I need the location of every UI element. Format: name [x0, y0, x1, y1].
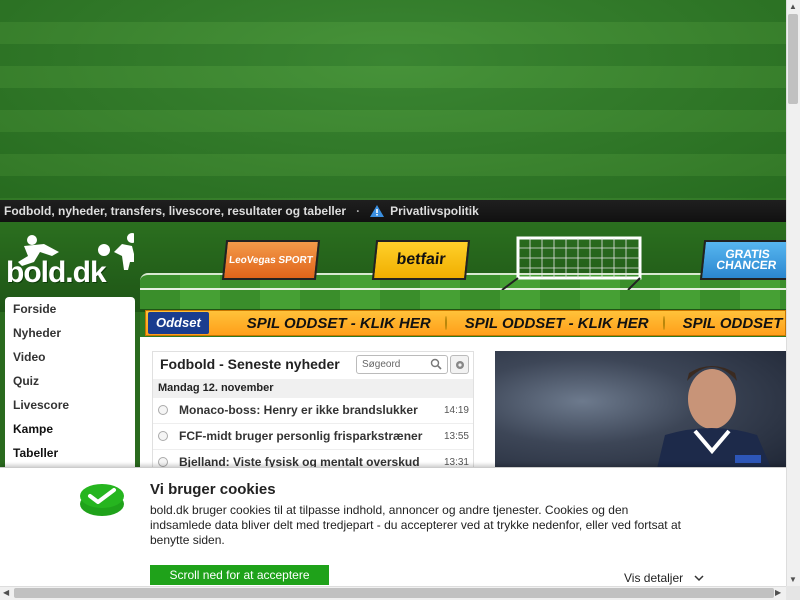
sidebar-nav: Forside Nyheder Video Quiz Livescore Kam… [5, 297, 135, 477]
news-title[interactable]: FCF-midt bruger personlig frisparkstræne… [179, 429, 422, 443]
cookie-details-link[interactable]: Vis detaljer [624, 571, 683, 585]
sidebar-item-video[interactable]: Video [5, 345, 135, 369]
privacy-icon [370, 205, 385, 217]
scrollbar-corner [786, 586, 800, 600]
bullet-icon [158, 457, 168, 467]
chevron-down-icon[interactable] [694, 574, 704, 582]
search-icon[interactable] [430, 358, 442, 370]
logo-text[interactable]: bold.dk [6, 256, 107, 290]
settings-button[interactable] [450, 355, 469, 374]
news-time: 13:55 [443, 431, 469, 442]
horizontal-scroll-thumb[interactable] [14, 588, 774, 598]
grass-background [0, 0, 786, 200]
pitch-line [140, 288, 786, 290]
coin-icon [662, 316, 665, 330]
news-item[interactable]: Monaco-boss: Henry er ikke brandslukker … [153, 398, 473, 424]
scroll-left-icon[interactable]: ◀ [3, 588, 9, 597]
gear-icon [455, 360, 464, 369]
top-strip: Fodbold, nyheder, transfers, livescore, … [0, 200, 786, 222]
separator: · [356, 204, 361, 218]
oddset-logo: Oddset [148, 312, 209, 334]
oddset-banner[interactable]: Oddset SPIL ODDSET - KLIK HER SPIL ODDSE… [145, 310, 786, 336]
featured-photo[interactable] [495, 351, 786, 477]
news-header: Fodbold - Seneste nyheder [160, 356, 340, 372]
sidebar-item-forside[interactable]: Forside [5, 297, 135, 321]
news-item[interactable]: FCF-midt bruger personlig frisparkstræne… [153, 424, 473, 450]
cookie-title: Vi bruger cookies [150, 481, 276, 498]
sidebar-item-tabeller[interactable]: Tabeller [5, 441, 135, 465]
privacy-link[interactable]: Privatlivspolitik [390, 204, 479, 218]
news-title[interactable]: Monaco-boss: Henry er ikke brandslukker [179, 403, 418, 417]
sidebar-item-livescore[interactable]: Livescore [5, 393, 135, 417]
scroll-down-icon[interactable]: ▼ [789, 575, 797, 584]
cookie-check-icon [80, 484, 124, 516]
sidebar-item-nyheder[interactable]: Nyheder [5, 321, 135, 345]
sidebar-item-kampe[interactable]: Kampe [5, 417, 135, 441]
oddset-cta: SPIL ODDSET - KLIK HER [246, 314, 431, 332]
scroll-right-icon[interactable]: ▶ [775, 588, 781, 597]
scroll-up-icon[interactable]: ▲ [789, 2, 797, 11]
cookie-text: bold.dk bruger cookies til at tilpasse i… [150, 503, 681, 547]
site-tagline[interactable]: Fodbold, nyheder, transfers, livescore, … [4, 204, 346, 218]
goal-icon [501, 236, 642, 290]
coin-icon [444, 316, 447, 330]
oddset-cta: SPIL ODDSET - KLIK HER [464, 314, 649, 332]
bullet-icon [158, 405, 168, 415]
news-time: 14:19 [443, 405, 469, 416]
date-header: Mandag 12. november [153, 379, 473, 398]
vertical-scroll-thumb[interactable] [788, 14, 798, 104]
gratis-chancer-sponsor[interactable]: GRATIS CHANCER [699, 240, 795, 280]
bullet-icon [158, 431, 168, 441]
leovegas-sponsor[interactable]: LeoVegas SPORT [221, 240, 321, 280]
accept-cookies-button[interactable]: Scroll ned for at acceptere [150, 565, 329, 585]
sidebar-item-quiz[interactable]: Quiz [5, 369, 135, 393]
player-photo-icon [655, 366, 775, 477]
betfair-sponsor[interactable]: betfair [371, 240, 471, 280]
oddset-cta: SPIL ODDSET - KLIK HER [682, 314, 785, 332]
